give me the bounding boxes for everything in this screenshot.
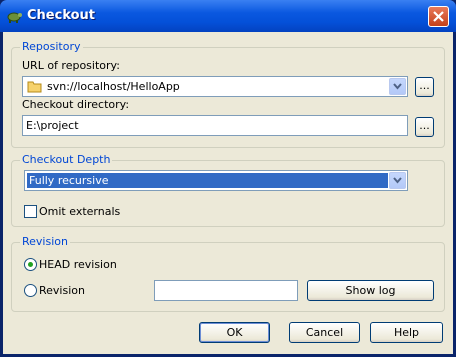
- head-revision-label[interactable]: HEAD revision: [39, 258, 117, 271]
- depth-combobox[interactable]: Fully recursive: [24, 170, 408, 191]
- dialog-body: Repository URL of repository: svn://loca…: [3, 32, 453, 354]
- chevron-down-icon: [393, 177, 402, 184]
- specific-revision-label[interactable]: Revision: [39, 284, 85, 297]
- revision-number-input[interactable]: [154, 280, 298, 301]
- close-icon: [433, 11, 444, 22]
- folder-icon: [27, 81, 42, 93]
- checkout-directory-input[interactable]: E:\project: [22, 115, 408, 136]
- chevron-down-icon: [393, 83, 402, 90]
- show-log-button[interactable]: Show log: [307, 280, 434, 301]
- depth-value: Fully recursive: [29, 174, 109, 187]
- checkout-depth-legend: Checkout Depth: [20, 153, 113, 166]
- checkout-directory-value: E:\project: [26, 119, 79, 132]
- close-button[interactable]: [428, 6, 449, 27]
- tortoise-icon: [7, 12, 22, 23]
- checkout-directory-label: Checkout directory:: [22, 98, 130, 111]
- ok-button[interactable]: OK: [199, 322, 270, 343]
- head-revision-radio[interactable]: [24, 258, 37, 271]
- cancel-button[interactable]: Cancel: [289, 322, 360, 343]
- checkout-dialog: Checkout Repository URL of repository: s…: [0, 0, 456, 357]
- specific-revision-radio[interactable]: [24, 284, 37, 297]
- title-bar[interactable]: Checkout: [0, 0, 456, 32]
- depth-dropdown-arrow[interactable]: [389, 172, 406, 189]
- directory-browse-button[interactable]: ...: [415, 117, 434, 137]
- url-value: svn://localhost/HelloApp: [47, 80, 180, 93]
- help-button[interactable]: Help: [370, 322, 443, 343]
- url-dropdown-arrow[interactable]: [389, 78, 406, 95]
- revision-legend: Revision: [20, 235, 70, 248]
- repository-legend: Repository: [20, 40, 83, 53]
- omit-externals-checkbox[interactable]: [24, 205, 37, 218]
- revision-group: Revision: [11, 235, 445, 312]
- url-combobox[interactable]: svn://localhost/HelloApp: [22, 76, 408, 97]
- window-title: Checkout: [27, 8, 96, 23]
- radio-selected-dot: [28, 262, 33, 267]
- url-browse-button[interactable]: ...: [415, 77, 434, 97]
- omit-externals-label[interactable]: Omit externals: [39, 205, 120, 218]
- url-label: URL of repository:: [22, 59, 120, 72]
